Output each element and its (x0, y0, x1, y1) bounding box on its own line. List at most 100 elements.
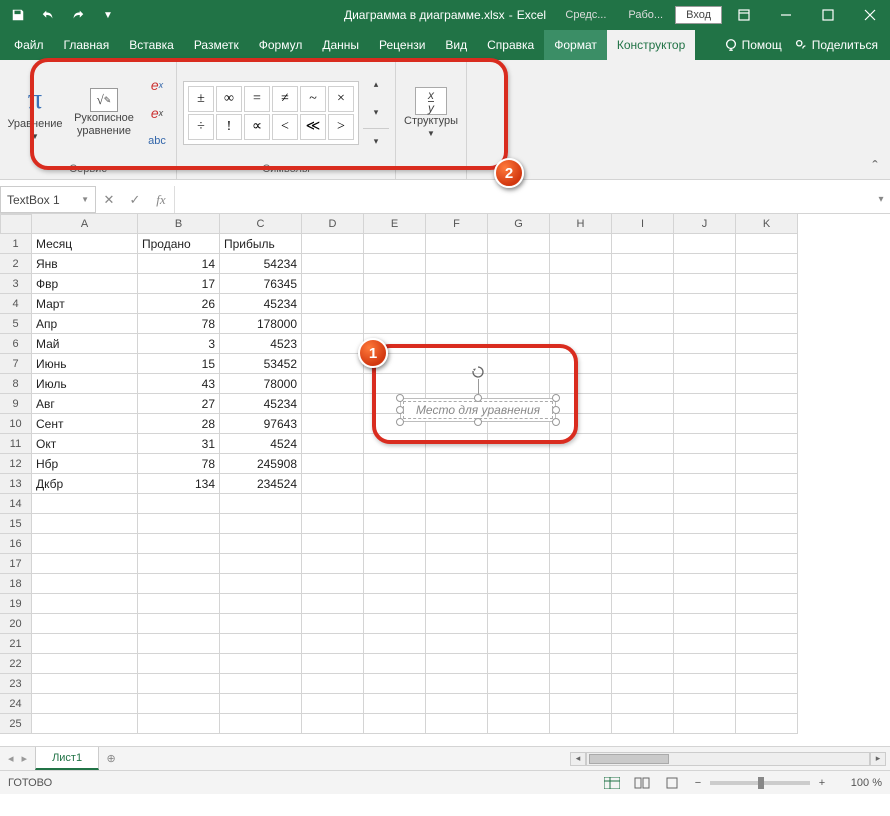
cell[interactable] (364, 634, 426, 654)
cell[interactable] (736, 514, 798, 534)
cell[interactable] (32, 694, 138, 714)
cell[interactable] (32, 674, 138, 694)
cell[interactable] (32, 714, 138, 734)
cell[interactable] (426, 594, 488, 614)
cell[interactable] (32, 534, 138, 554)
cell[interactable] (488, 374, 550, 394)
symbol-infinity[interactable]: ∞ (216, 86, 242, 112)
cell[interactable] (426, 254, 488, 274)
tab-home[interactable]: Главная (54, 30, 120, 60)
cell[interactable] (364, 234, 426, 254)
cell[interactable] (220, 614, 302, 634)
symbols-scroll-up[interactable]: ▴ (363, 72, 389, 98)
row-header[interactable]: 18 (0, 574, 32, 594)
cell[interactable] (32, 514, 138, 534)
cell[interactable]: Фвр (32, 274, 138, 294)
cell[interactable] (488, 514, 550, 534)
row-header[interactable]: 10 (0, 414, 32, 434)
cell[interactable] (550, 574, 612, 594)
cell[interactable] (426, 674, 488, 694)
cell[interactable]: Апр (32, 314, 138, 334)
cell[interactable] (736, 334, 798, 354)
cell[interactable] (220, 574, 302, 594)
cell[interactable] (612, 414, 674, 434)
cell[interactable]: Месяц (32, 234, 138, 254)
symbol-equals[interactable]: = (244, 86, 270, 112)
tab-page-layout[interactable]: Разметк (184, 30, 249, 60)
row-header[interactable]: 21 (0, 634, 32, 654)
view-normal-button[interactable] (600, 774, 624, 792)
cell[interactable] (32, 554, 138, 574)
cell[interactable] (302, 674, 364, 694)
cell[interactable] (426, 234, 488, 254)
symbol-greater-than[interactable]: > (328, 114, 354, 140)
cell[interactable]: Май (32, 334, 138, 354)
cell[interactable] (488, 614, 550, 634)
cell[interactable]: 97643 (220, 414, 302, 434)
zoom-out-button[interactable]: − (690, 775, 706, 791)
cell[interactable] (426, 534, 488, 554)
cell[interactable] (612, 334, 674, 354)
cell[interactable]: 54234 (220, 254, 302, 274)
cell[interactable] (32, 494, 138, 514)
cell[interactable] (364, 674, 426, 694)
cell[interactable] (736, 634, 798, 654)
cell[interactable] (138, 554, 220, 574)
cell[interactable] (550, 454, 612, 474)
insert-function-button[interactable]: fx (148, 187, 174, 213)
cell[interactable] (736, 394, 798, 414)
cell[interactable] (488, 594, 550, 614)
tell-me-button[interactable]: Помощ (724, 38, 782, 52)
cell[interactable] (302, 354, 364, 374)
formula-input[interactable] (174, 186, 872, 213)
cell[interactable] (736, 714, 798, 734)
cell[interactable] (364, 514, 426, 534)
redo-button[interactable] (64, 3, 92, 27)
cell[interactable] (364, 474, 426, 494)
cell[interactable] (674, 654, 736, 674)
row-header[interactable]: 13 (0, 474, 32, 494)
cell[interactable] (736, 274, 798, 294)
cell[interactable] (736, 254, 798, 274)
cell[interactable] (364, 554, 426, 574)
cell[interactable] (674, 494, 736, 514)
row-header[interactable]: 7 (0, 354, 32, 374)
cell[interactable] (736, 614, 798, 634)
cell[interactable] (138, 674, 220, 694)
expand-formula-bar[interactable]: ▾ (872, 186, 890, 213)
sign-in-button[interactable]: Вход (675, 6, 722, 24)
row-header[interactable]: 8 (0, 374, 32, 394)
cell[interactable] (220, 694, 302, 714)
row-header[interactable]: 9 (0, 394, 32, 414)
row-header[interactable]: 17 (0, 554, 32, 574)
cell[interactable] (488, 254, 550, 274)
select-all-corner[interactable] (0, 214, 32, 234)
cell[interactable] (736, 294, 798, 314)
cell[interactable] (138, 614, 220, 634)
hscroll-right[interactable]: ▸ (870, 752, 886, 766)
cell[interactable] (426, 294, 488, 314)
save-button[interactable] (4, 3, 32, 27)
cell[interactable] (220, 554, 302, 574)
enter-formula-button[interactable]: ✓ (122, 187, 148, 213)
cell[interactable] (612, 514, 674, 534)
cell[interactable] (302, 614, 364, 634)
cell[interactable] (426, 714, 488, 734)
cell[interactable] (550, 654, 612, 674)
cell[interactable] (550, 534, 612, 554)
cell[interactable] (302, 294, 364, 314)
symbol-not-equal[interactable]: ≠ (272, 86, 298, 112)
tab-help[interactable]: Справка (477, 30, 544, 60)
cell[interactable] (302, 534, 364, 554)
cell[interactable] (426, 314, 488, 334)
cell[interactable] (550, 434, 612, 454)
cell[interactable] (302, 274, 364, 294)
symbol-less-than[interactable]: < (272, 114, 298, 140)
column-header[interactable]: G (488, 214, 550, 234)
cell[interactable] (674, 554, 736, 574)
cell[interactable] (674, 474, 736, 494)
cell[interactable]: Окт (32, 434, 138, 454)
row-header[interactable]: 22 (0, 654, 32, 674)
cell[interactable] (612, 314, 674, 334)
cell[interactable]: 26 (138, 294, 220, 314)
